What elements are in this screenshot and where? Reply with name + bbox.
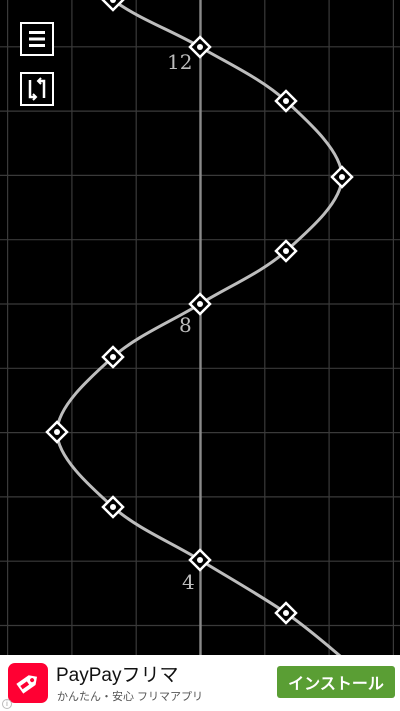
paypay-furima-app-icon[interactable] [8,663,48,703]
ad-title[interactable]: PayPayフリマ [56,660,178,687]
graph-canvas[interactable]: 12 8 4 [0,0,400,655]
y-axis-label-4: 4 [182,570,195,594]
ad-banner[interactable]: PayPayフリマ かんたん・安心 フリマアプリ インストール i [0,655,400,711]
curve-marker-dot [54,429,60,435]
ad-subtitle: かんたん・安心 フリマアプリ [57,691,204,703]
menu-button[interactable] [20,22,54,56]
ad-info-icon[interactable]: i [2,699,12,709]
curve-marker-dot [110,504,116,510]
y-axis-label-12: 12 [167,50,193,74]
curve-marker-dot [339,174,345,180]
curve-marker-dot [283,98,289,104]
curve-marker-dot [283,610,289,616]
curve-marker-dot [197,44,203,50]
curve-marker-dot [110,354,116,360]
curve-marker-dot [197,301,203,307]
price-tag-icon [16,675,38,694]
swap-axes-icon [28,77,46,101]
curve-marker-dot [197,557,203,563]
curve-marker-dot [283,248,289,254]
install-button[interactable]: インストール [277,666,395,698]
graph-svg[interactable] [0,0,400,655]
hamburger-menu-icon [29,31,45,47]
y-axis-label-8: 8 [179,313,192,337]
swap-button[interactable] [20,72,54,106]
